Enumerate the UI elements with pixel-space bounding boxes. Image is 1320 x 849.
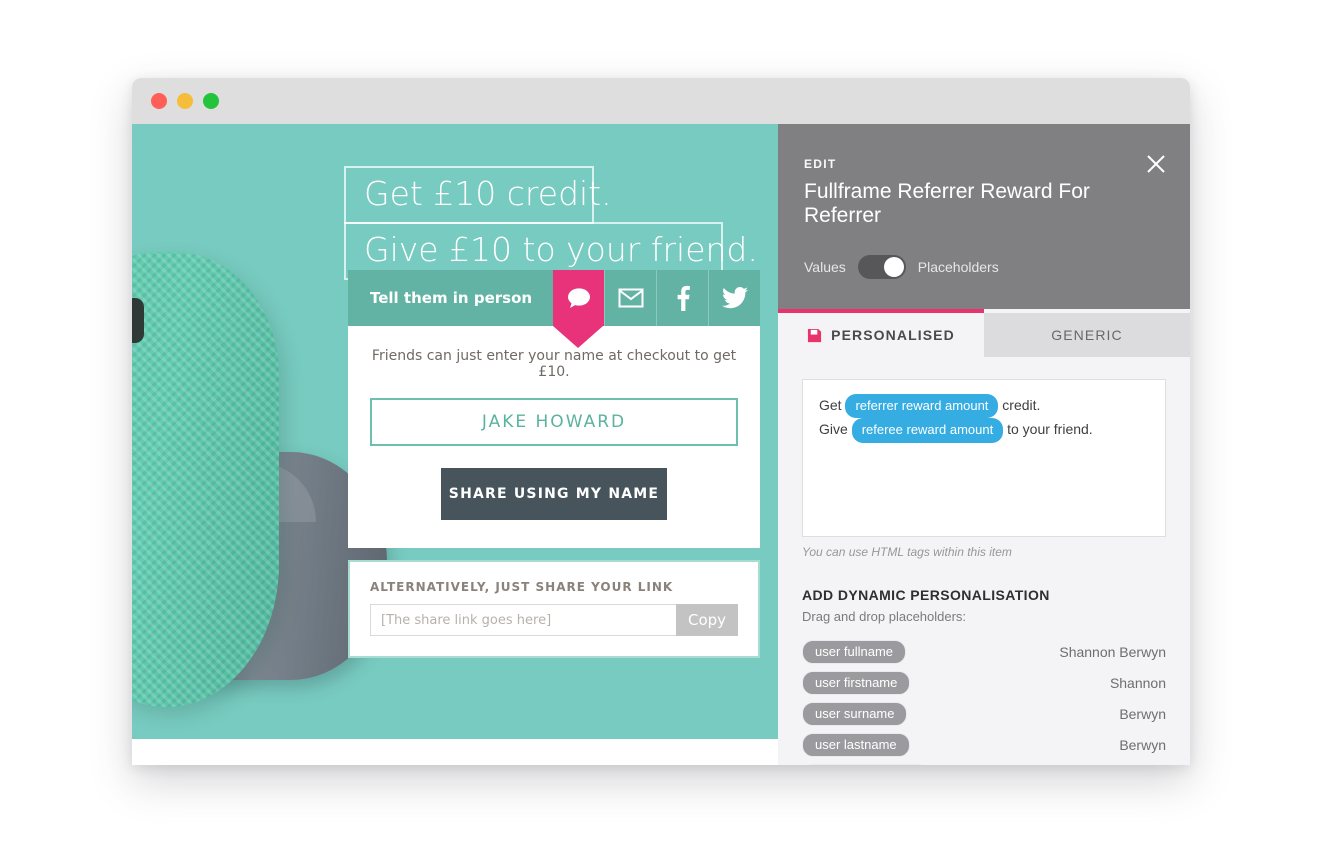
share-link-input[interactable]: [The share link goes here] [370,604,676,636]
toggle-knob [883,256,904,277]
tracker-display: 35 ♥ [132,298,144,343]
maximize-window-button[interactable] [203,93,219,109]
edit-panel-eyebrow: EDIT [804,157,837,171]
edit-panel-header: EDIT Fullframe Referrer Reward For Refer… [778,124,1190,309]
message-line-1-prefix: Get [819,397,846,413]
hero-section: 35 ♥ Get £10 credit. Give £10 to your fr… [132,124,779,739]
toggle-label-placeholders: Placeholders [917,258,999,275]
message-line-1-suffix: credit. [998,397,1041,413]
editor-hint: You can use HTML tags within this item [802,545,1012,559]
placeholder-tag[interactable]: user lastname [802,733,910,757]
share-link-row: [The share link goes here] Copy [370,604,738,636]
placeholder-pill-referrer-reward-amount[interactable]: referrer reward amount [845,394,999,419]
share-instruction: Friends can just enter your name at chec… [371,348,737,380]
edit-panel: EDIT Fullframe Referrer Reward For Refer… [778,124,1190,765]
share-channel-chat[interactable] [553,270,604,348]
values-placeholders-toggle-row: Values Placeholders [804,254,1164,279]
tab-personalised-label: PERSONALISED [831,327,955,343]
chat-icon [566,287,592,309]
message-editor[interactable]: Get referrer reward amount credit. Give … [802,379,1166,537]
placeholder-value: Shannon [1109,675,1166,691]
list-item[interactable]: user fullname Shannon Berwyn [802,640,1166,664]
placeholder-value: Shannon Berwyn [1059,644,1166,660]
screenshot-stage: 35 ♥ Get £10 credit. Give £10 to your fr… [0,0,1320,849]
share-channel-bar: Tell them in person [348,270,760,348]
toggle-label-values: Values [804,258,846,275]
edit-panel-body: Get referrer reward amount credit. Give … [778,357,1190,765]
tab-personalised[interactable]: PERSONALISED [778,313,984,357]
hero-bottom-strip [132,739,779,765]
facebook-icon [676,285,690,311]
window-titlebar [132,78,1190,124]
share-bar-label: Tell them in person [348,270,553,326]
list-item[interactable]: user lastname Berwyn [802,733,1166,757]
edit-panel-tabs: PERSONALISED GENERIC [778,313,1190,357]
share-link-card: ALTERNATIVELY, JUST SHARE YOUR LINK [The… [348,560,760,658]
edit-panel-title: Fullframe Referrer Reward For Referrer [804,180,1090,228]
list-item[interactable]: user firstname Shannon [802,671,1166,695]
product-image-fitness-tracker: 35 ♥ [132,252,387,712]
copy-link-button[interactable]: Copy [676,604,738,636]
add-personalisation-subtitle: Drag and drop placeholders: [802,609,967,624]
placeholder-tag[interactable]: user surname [802,702,908,726]
share-widget: Tell them in person Friends can just ent… [348,270,760,658]
placeholder-tag[interactable]: user fullname [802,640,907,664]
twitter-icon [721,287,748,309]
placeholder-value: Berwyn [1119,737,1166,753]
share-channel-email[interactable] [604,270,656,326]
placeholder-tag[interactable]: user firstname [802,671,911,695]
placeholder-pill-referee-reward-amount[interactable]: referee reward amount [851,418,1004,443]
message-line-2-prefix: Give [819,421,852,438]
placeholder-list: user fullname Shannon Berwyn user firstn… [802,640,1166,765]
referrer-name-field[interactable]: JAKE HOWARD [370,398,738,446]
save-icon [807,328,822,343]
placeholder-tag[interactable]: user formal name [802,764,930,765]
share-link-title: ALTERNATIVELY, JUST SHARE YOUR LINK [370,580,674,594]
message-line-2: Give referee reward amount to your frien… [819,418,1149,443]
browser-window: 35 ♥ Get £10 credit. Give £10 to your fr… [132,78,1190,765]
placeholder-value: Berwyn [1119,706,1166,722]
tracker-band: 35 ♥ [132,252,279,707]
list-item[interactable]: user surname Berwyn [802,702,1166,726]
page-viewport: 35 ♥ Get £10 credit. Give £10 to your fr… [132,124,1190,765]
close-icon[interactable] [1144,152,1168,176]
message-line-1: Get referrer reward amount credit. [819,394,1149,419]
minimize-window-button[interactable] [177,93,193,109]
share-using-my-name-button[interactable]: SHARE USING MY NAME [441,468,667,520]
share-channel-facebook[interactable] [656,270,708,326]
tab-generic[interactable]: GENERIC [984,313,1190,357]
list-item[interactable]: user formal name Shannon Berwyn [802,764,1166,765]
headline-line-1: Get £10 credit. [344,166,612,224]
share-channel-twitter[interactable] [708,270,760,326]
hero-headline: Get £10 credit. Give £10 to your friend. [344,166,779,280]
share-panel: Friends can just enter your name at chec… [348,326,760,548]
tab-generic-label: GENERIC [1051,327,1123,343]
add-personalisation-title: ADD DYNAMIC PERSONALISATION [802,587,1050,603]
message-line-2-suffix: to your friend. [1003,421,1093,438]
values-placeholders-toggle[interactable] [857,254,906,279]
email-icon [618,288,644,308]
close-window-button[interactable] [151,93,167,109]
